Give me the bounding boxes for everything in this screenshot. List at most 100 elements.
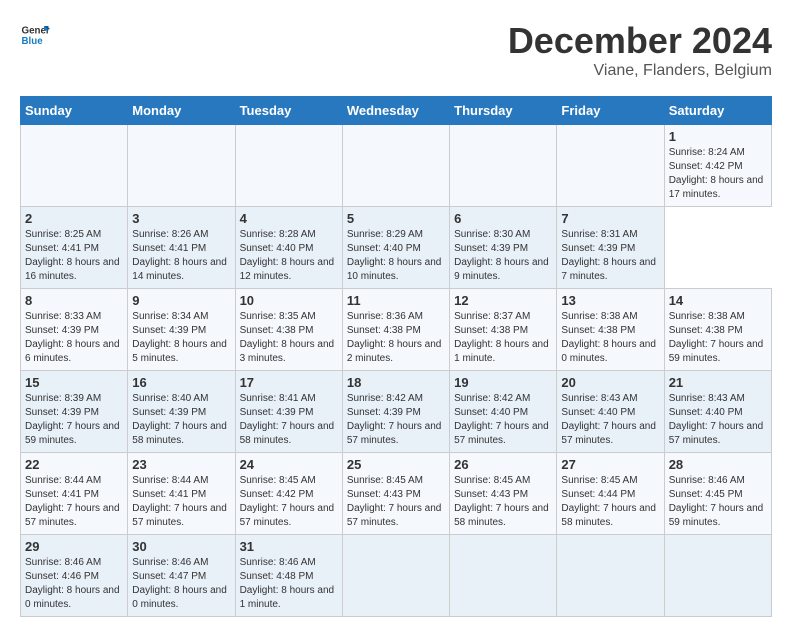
day-info: Sunrise: 8:44 AMSunset: 4:41 PMDaylight:…: [132, 474, 230, 530]
header-wednesday: Wednesday: [342, 97, 449, 125]
calendar-day: 27Sunrise: 8:45 AMSunset: 4:44 PMDayligh…: [557, 453, 664, 535]
empty-cell: [235, 125, 342, 207]
day-number: 7: [561, 211, 659, 226]
calendar-day: 21Sunrise: 8:43 AMSunset: 4:40 PMDayligh…: [664, 371, 771, 453]
day-number: 6: [454, 211, 552, 226]
empty-cell: [342, 535, 449, 617]
header-saturday: Saturday: [664, 97, 771, 125]
calendar-week-row: 1 Sunrise: 8:24 AMSunset: 4:42 PMDaylight…: [21, 125, 772, 207]
calendar-week-row: 8Sunrise: 8:33 AMSunset: 4:39 PMDaylight…: [21, 289, 772, 371]
calendar-day: 2 Sunrise: 8:25 AMSunset: 4:41 PMDaylight…: [21, 207, 128, 289]
logo: General Blue: [20, 20, 50, 50]
day-info: Sunrise: 8:24 AMSunset: 4:42 PMDaylight:…: [669, 146, 767, 202]
calendar-day: 11 Sunrise: 8:36 AMSunset: 4:38 PMDayligh…: [342, 289, 449, 371]
day-number: 10: [240, 293, 338, 308]
day-info: Sunrise: 8:43 AMSunset: 4:40 PMDaylight:…: [669, 392, 767, 448]
day-number: 17: [240, 375, 338, 390]
day-number: 30: [132, 539, 230, 554]
calendar-day: 20Sunrise: 8:43 AMSunset: 4:40 PMDayligh…: [557, 371, 664, 453]
day-info: Sunrise: 8:40 AMSunset: 4:39 PMDaylight:…: [132, 392, 230, 448]
calendar-table: SundayMondayTuesdayWednesdayThursdayFrid…: [20, 96, 772, 617]
day-info: Sunrise: 8:29 AMSunset: 4:40 PMDaylight:…: [347, 228, 445, 284]
day-number: 11: [347, 293, 445, 308]
day-info: Sunrise: 8:45 AMSunset: 4:43 PMDaylight:…: [347, 474, 445, 530]
empty-cell: [450, 125, 557, 207]
day-number: 24: [240, 457, 338, 472]
calendar-day: 5 Sunrise: 8:29 AMSunset: 4:40 PMDaylight…: [342, 207, 449, 289]
day-info: Sunrise: 8:46 AMSunset: 4:45 PMDaylight:…: [669, 474, 767, 530]
day-number: 29: [25, 539, 123, 554]
title-area: December 2024 Viane, Flanders, Belgium: [508, 20, 772, 80]
day-number: 31: [240, 539, 338, 554]
day-number: 25: [347, 457, 445, 472]
day-number: 15: [25, 375, 123, 390]
day-info: Sunrise: 8:45 AMSunset: 4:42 PMDaylight:…: [240, 474, 338, 530]
day-number: 13: [561, 293, 659, 308]
header-tuesday: Tuesday: [235, 97, 342, 125]
calendar-day: 9 Sunrise: 8:34 AMSunset: 4:39 PMDaylight…: [128, 289, 235, 371]
calendar-day: 6 Sunrise: 8:30 AMSunset: 4:39 PMDaylight…: [450, 207, 557, 289]
calendar-day: 25 Sunrise: 8:45 AMSunset: 4:43 PMDayligh…: [342, 453, 449, 535]
day-number: 18: [347, 375, 445, 390]
calendar-day: 26 Sunrise: 8:45 AMSunset: 4:43 PMDayligh…: [450, 453, 557, 535]
header-monday: Monday: [128, 97, 235, 125]
day-info: Sunrise: 8:31 AMSunset: 4:39 PMDaylight:…: [561, 228, 659, 284]
calendar-day: 8Sunrise: 8:33 AMSunset: 4:39 PMDaylight…: [21, 289, 128, 371]
day-number: 14: [669, 293, 767, 308]
day-info: Sunrise: 8:30 AMSunset: 4:39 PMDaylight:…: [454, 228, 552, 284]
day-number: 26: [454, 457, 552, 472]
day-info: Sunrise: 8:46 AMSunset: 4:48 PMDaylight:…: [240, 556, 338, 612]
day-number: 4: [240, 211, 338, 226]
calendar-week-row: 2 Sunrise: 8:25 AMSunset: 4:41 PMDaylight…: [21, 207, 772, 289]
calendar-week-row: 15 Sunrise: 8:39 AMSunset: 4:39 PMDayligh…: [21, 371, 772, 453]
empty-cell: [342, 125, 449, 207]
day-info: Sunrise: 8:39 AMSunset: 4:39 PMDaylight:…: [25, 392, 123, 448]
day-number: 28: [669, 457, 767, 472]
day-number: 23: [132, 457, 230, 472]
calendar-day: 31 Sunrise: 8:46 AMSunset: 4:48 PMDayligh…: [235, 535, 342, 617]
page-header: General Blue December 2024 Viane, Flande…: [20, 20, 772, 80]
day-info: Sunrise: 8:28 AMSunset: 4:40 PMDaylight:…: [240, 228, 338, 284]
empty-cell: [128, 125, 235, 207]
header-thursday: Thursday: [450, 97, 557, 125]
day-info: Sunrise: 8:45 AMSunset: 4:43 PMDaylight:…: [454, 474, 552, 530]
day-number: 5: [347, 211, 445, 226]
calendar-day: 7 Sunrise: 8:31 AMSunset: 4:39 PMDaylight…: [557, 207, 664, 289]
header-sunday: Sunday: [21, 97, 128, 125]
empty-cell: [557, 125, 664, 207]
day-info: Sunrise: 8:46 AMSunset: 4:46 PMDaylight:…: [25, 556, 123, 612]
svg-text:Blue: Blue: [22, 36, 44, 47]
day-number: 19: [454, 375, 552, 390]
day-info: Sunrise: 8:38 AMSunset: 4:38 PMDaylight:…: [669, 310, 767, 366]
calendar-day: 10Sunrise: 8:35 AMSunset: 4:38 PMDayligh…: [235, 289, 342, 371]
day-number: 12: [454, 293, 552, 308]
day-number: 1: [669, 129, 767, 144]
location-subtitle: Viane, Flanders, Belgium: [508, 62, 772, 80]
empty-cell: [21, 125, 128, 207]
calendar-day: 29 Sunrise: 8:46 AMSunset: 4:46 PMDayligh…: [21, 535, 128, 617]
calendar-day: 30 Sunrise: 8:46 AMSunset: 4:47 PMDayligh…: [128, 535, 235, 617]
calendar-day: 15 Sunrise: 8:39 AMSunset: 4:39 PMDayligh…: [21, 371, 128, 453]
calendar-day: 14 Sunrise: 8:38 AMSunset: 4:38 PMDayligh…: [664, 289, 771, 371]
day-info: Sunrise: 8:25 AMSunset: 4:41 PMDaylight:…: [25, 228, 123, 284]
day-info: Sunrise: 8:46 AMSunset: 4:47 PMDaylight:…: [132, 556, 230, 612]
calendar-day: 24 Sunrise: 8:45 AMSunset: 4:42 PMDayligh…: [235, 453, 342, 535]
calendar-week-row: 29 Sunrise: 8:46 AMSunset: 4:46 PMDayligh…: [21, 535, 772, 617]
calendar-day: 23 Sunrise: 8:44 AMSunset: 4:41 PMDayligh…: [128, 453, 235, 535]
empty-cell: [664, 535, 771, 617]
logo-icon: General Blue: [20, 20, 50, 50]
day-info: Sunrise: 8:34 AMSunset: 4:39 PMDaylight:…: [132, 310, 230, 366]
day-info: Sunrise: 8:44 AMSunset: 4:41 PMDaylight:…: [25, 474, 123, 530]
calendar-day: 19Sunrise: 8:42 AMSunset: 4:40 PMDayligh…: [450, 371, 557, 453]
calendar-day: 3Sunrise: 8:26 AMSunset: 4:41 PMDaylight…: [128, 207, 235, 289]
day-info: Sunrise: 8:43 AMSunset: 4:40 PMDaylight:…: [561, 392, 659, 448]
day-number: 8: [25, 293, 123, 308]
calendar-day: 28 Sunrise: 8:46 AMSunset: 4:45 PMDayligh…: [664, 453, 771, 535]
day-number: 9: [132, 293, 230, 308]
calendar-day: 22Sunrise: 8:44 AMSunset: 4:41 PMDayligh…: [21, 453, 128, 535]
day-number: 2: [25, 211, 123, 226]
day-info: Sunrise: 8:36 AMSunset: 4:38 PMDaylight:…: [347, 310, 445, 366]
header-friday: Friday: [557, 97, 664, 125]
calendar-day: 4 Sunrise: 8:28 AMSunset: 4:40 PMDaylight…: [235, 207, 342, 289]
empty-cell: [450, 535, 557, 617]
